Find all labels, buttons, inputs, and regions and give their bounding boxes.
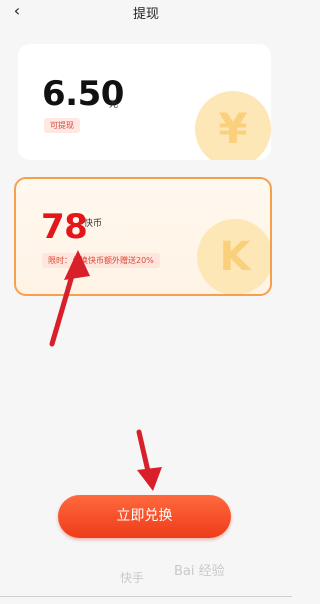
bottom-divider (0, 596, 292, 597)
annotation-arrows (49, 250, 162, 491)
annotation-arrow-button (136, 429, 162, 491)
kuaishou-watermark: 快手 (120, 571, 145, 585)
annotation-arrow-card (49, 250, 90, 347)
baidu-watermark: Bai 经验 (174, 564, 225, 579)
